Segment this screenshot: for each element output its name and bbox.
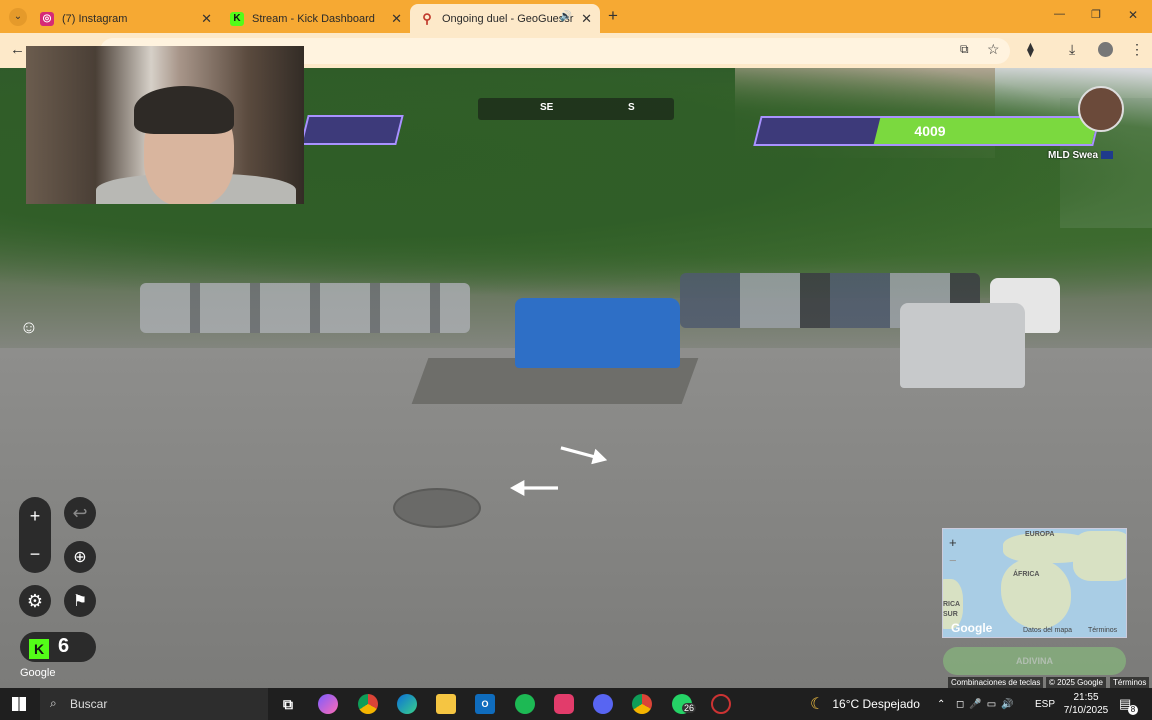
edge-icon[interactable]: [397, 694, 417, 714]
compass-label: SE: [540, 102, 554, 113]
kick-count: 6: [58, 635, 70, 657]
taskbar-clock[interactable]: 21:55 7/10/2025: [1058, 691, 1114, 717]
profile-avatar[interactable]: [1098, 42, 1113, 57]
minimize-button[interactable]: —: [1054, 8, 1065, 20]
tab-geoguessr[interactable]: ⚲ Ongoing duel - GeoGuessr 🔊 ✕: [410, 4, 600, 33]
clock-time: 21:55: [1073, 692, 1099, 703]
webcam-overlay: [26, 46, 304, 204]
close-window-button[interactable]: ✕: [1128, 8, 1138, 22]
weather-text: 16°C Despejado: [832, 697, 920, 711]
close-tab-icon[interactable]: ✕: [581, 11, 592, 27]
system-tray-icons[interactable]: ◻🎤▭🔊: [956, 688, 1019, 720]
map-label: SUR: [943, 611, 958, 618]
tab-label: Ongoing duel - GeoGuessr: [442, 12, 574, 25]
search-placeholder: Buscar: [70, 697, 108, 711]
guess-minimap[interactable]: EUROPA ÁFRICA RICA SUR + − Google Datos …: [942, 528, 1127, 638]
back-arrow-icon[interactable]: ←: [10, 41, 25, 58]
guess-button[interactable]: ADIVINA: [943, 647, 1126, 675]
tab-kick-dashboard[interactable]: K Stream - Kick Dashboard ✕: [220, 4, 410, 33]
compass-label: S: [628, 102, 635, 113]
tab-label: (7) Instagram: [62, 12, 128, 25]
return-to-start-icon[interactable]: ⊕: [64, 541, 96, 573]
opponent-name-text: MLD Swea: [1048, 150, 1099, 161]
settings-gear-icon[interactable]: ⚙: [19, 585, 51, 617]
spotify-icon[interactable]: [515, 694, 535, 714]
emoji-button[interactable]: ☺: [16, 314, 42, 340]
bookmark-star-icon[interactable]: ☆: [987, 41, 1000, 58]
screen-capture-icon[interactable]: [554, 694, 574, 714]
close-tab-icon[interactable]: ✕: [201, 11, 212, 27]
map-zoom-in-button[interactable]: +: [949, 535, 957, 550]
tray-chevron-icon[interactable]: ⌃: [937, 688, 945, 720]
tab-search-icon[interactable]: ⌄: [9, 8, 27, 26]
discord-icon[interactable]: [593, 694, 613, 714]
tab-label: Stream - Kick Dashboard: [252, 12, 375, 25]
blue-car: [515, 298, 680, 368]
browser-tabbar: ⌄ ◎ (7) Instagram ✕ K Stream - Kick Dash…: [0, 0, 1152, 33]
taskbar-search[interactable]: ⌕ Buscar: [40, 688, 268, 720]
speaker-icon[interactable]: 🔊: [560, 11, 572, 22]
install-app-icon[interactable]: ⧉: [960, 42, 969, 57]
kick-icon: K: [230, 11, 244, 26]
copilot-icon[interactable]: [318, 694, 338, 714]
zoom-out-button[interactable]: −: [19, 535, 51, 573]
player-health-bar: [300, 115, 404, 145]
google-logo: Google: [20, 667, 56, 679]
obs-icon[interactable]: [711, 694, 731, 714]
flag-icon[interactable]: ⚑: [64, 585, 96, 617]
undo-move-button[interactable]: ↩: [64, 497, 96, 529]
opponent-avatar: [1078, 86, 1124, 132]
map-terms-link[interactable]: Términos: [1088, 627, 1117, 634]
tab-instagram[interactable]: ◎ (7) Instagram ✕: [30, 4, 220, 33]
zoom-control: + −: [19, 497, 51, 573]
clock-date: 7/10/2025: [1063, 705, 1109, 716]
map-google-logo: Google: [951, 621, 993, 635]
windows-start-icon[interactable]: [12, 697, 26, 711]
parked-cars-left: [140, 283, 470, 333]
map-land-asia: [1073, 531, 1126, 581]
restore-button[interactable]: ❐: [1091, 8, 1101, 21]
instagram-icon: ◎: [40, 11, 54, 26]
silver-car: [900, 303, 1025, 388]
opponent-name: MLD Swea: [1048, 150, 1114, 161]
new-tab-button[interactable]: +: [608, 6, 618, 26]
opponent-health-value: 4009: [914, 123, 946, 139]
compass-strip: SE S: [478, 98, 674, 120]
whatsapp-badge: 26: [682, 703, 697, 713]
map-label: RICA: [943, 601, 961, 608]
search-icon: ⌕: [50, 696, 57, 710]
notification-icon[interactable]: ▤: [1119, 688, 1131, 720]
location-pin-icon: ⚲: [422, 10, 432, 26]
moon-icon: ☾: [810, 696, 825, 713]
streamer-hair: [134, 86, 234, 134]
zoom-in-button[interactable]: +: [19, 497, 51, 535]
menu-kebab-icon[interactable]: ⋮: [1130, 41, 1144, 58]
kick-viewer-badge: K 6: [20, 632, 96, 662]
windows-taskbar: ⌕ Buscar ⧉ O 26 ☾ 16°C Despejado ⌃ ◻🎤▭🔊 …: [0, 688, 1152, 720]
weather-widget[interactable]: ☾ 16°C Despejado: [810, 688, 920, 720]
notification-count: 8: [1128, 705, 1138, 715]
chrome-active-icon[interactable]: [632, 694, 652, 714]
australia-flag-icon: [1101, 151, 1114, 160]
download-icon[interactable]: ⤓: [1069, 41, 1075, 58]
map-land-africa: [1001, 559, 1071, 629]
task-view-icon[interactable]: ⧉: [278, 694, 298, 714]
outlook-icon[interactable]: O: [475, 694, 495, 714]
manhole-cover: [393, 488, 481, 528]
kick-icon: K: [29, 639, 49, 659]
file-explorer-icon[interactable]: [436, 694, 456, 714]
chrome-icon[interactable]: [358, 694, 378, 714]
map-label: EUROPA: [1025, 531, 1055, 538]
close-tab-icon[interactable]: ✕: [391, 11, 402, 27]
map-data-link[interactable]: Datos del mapa: [1023, 627, 1072, 634]
map-zoom-out-button[interactable]: −: [949, 553, 957, 568]
extensions-icon[interactable]: ⧫: [1027, 41, 1034, 58]
language-indicator[interactable]: ESP: [1035, 688, 1055, 720]
map-label: ÁFRICA: [1013, 571, 1040, 578]
